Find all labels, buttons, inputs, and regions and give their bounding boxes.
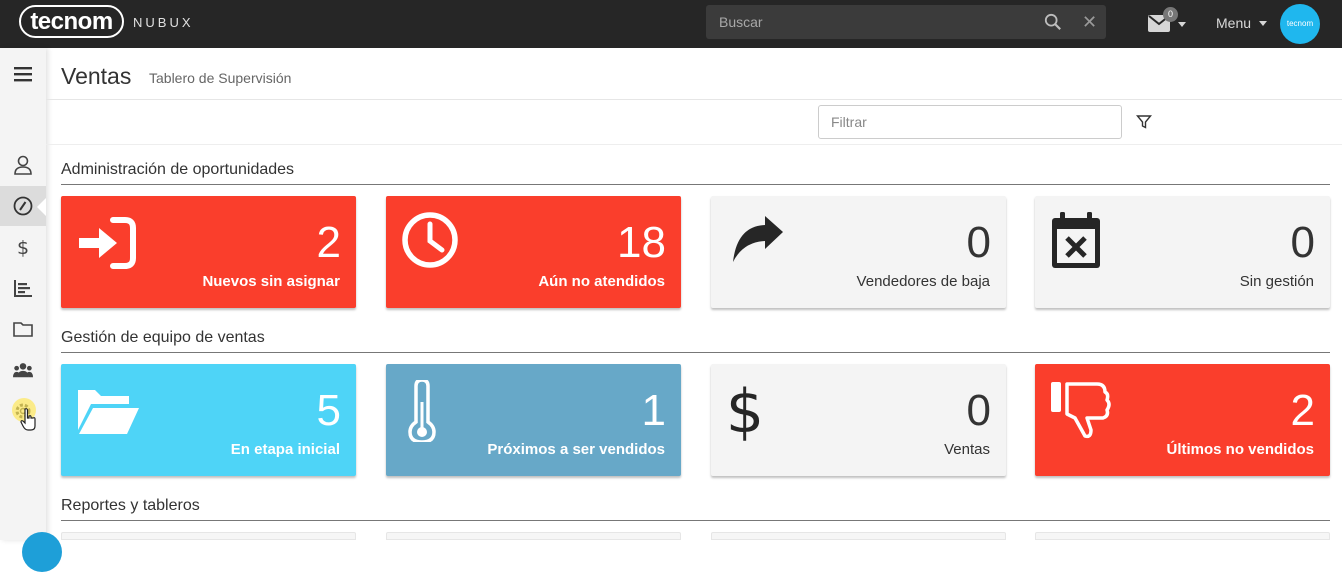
thumbs-down-icon: [1051, 382, 1111, 439]
page-title: Ventas: [61, 63, 132, 89]
chat-bubble-button[interactable]: [22, 532, 62, 572]
brand-logo[interactable]: tecnom: [19, 5, 124, 38]
filter-input[interactable]: [818, 105, 1122, 139]
section-divider: [61, 184, 1330, 185]
card-label: Aún no atendidos: [538, 273, 665, 290]
caret-down-icon: [1258, 21, 1267, 27]
card-value: 5: [316, 386, 341, 435]
share-arrow-icon: [733, 216, 783, 262]
card-label: Nuevos sin asignar: [202, 273, 340, 290]
card-aun-no-atendidos[interactable]: 18 Aún no atendidos: [386, 196, 681, 308]
main-menu-dropdown[interactable]: Menu: [1216, 15, 1267, 31]
report-card[interactable]: [386, 532, 681, 540]
message-count-badge: 0: [1163, 7, 1178, 22]
section-title: Reportes y tableros: [61, 497, 200, 514]
left-sidebar: $: [0, 48, 46, 540]
card-label: Sin gestión: [1239, 273, 1314, 290]
calendar-x-icon: [1052, 212, 1100, 268]
svg-text:$: $: [727, 380, 764, 442]
section-divider: [61, 352, 1330, 353]
sidebar-item-profile[interactable]: [0, 145, 46, 185]
card-value: 2: [1290, 386, 1315, 435]
card-vendedores-de-baja[interactable]: 0 Vendedores de baja: [711, 196, 1006, 308]
dollar-icon: $: [17, 237, 29, 257]
search-input[interactable]: [706, 5, 1026, 39]
thermometer-icon: [408, 380, 436, 442]
hamburger-icon: [14, 67, 32, 82]
card-label: Vendedores de baja: [856, 273, 990, 290]
bar-chart-icon: [14, 280, 32, 297]
top-navbar: tecnom NUBUX ✕ 0 Menu tecnom: [0, 0, 1342, 48]
card-value: 18: [617, 218, 666, 267]
filter-bar: [46, 100, 1342, 145]
sidebar-item-folders[interactable]: [0, 309, 46, 349]
dollar-icon: $: [727, 380, 764, 442]
card-ultimos-no-vendidos[interactable]: 2 Últimos no vendidos: [1035, 364, 1330, 476]
dashboard-icon: [13, 196, 33, 216]
filter-icon[interactable]: [1136, 114, 1152, 130]
page-subtitle: Tablero de Supervisión: [149, 70, 292, 86]
search-icon[interactable]: [1044, 13, 1062, 31]
menu-label: Menu: [1216, 15, 1252, 31]
card-label: Últimos no vendidos: [1166, 441, 1314, 458]
section-divider: [61, 520, 1330, 521]
user-icon: [14, 155, 32, 175]
report-card[interactable]: [61, 532, 356, 540]
card-value: 0: [1290, 218, 1315, 267]
card-value: 0: [966, 218, 991, 267]
card-proximos-a-ser-vendidos[interactable]: 1 Próximos a ser vendidos: [386, 364, 681, 476]
users-icon: [13, 363, 33, 378]
card-label: Próximos a ser vendidos: [487, 441, 665, 458]
card-nuevos-sin-asignar[interactable]: 2 Nuevos sin asignar: [61, 196, 356, 308]
active-item-pointer: [37, 198, 46, 216]
section-title: Gestión de equipo de ventas: [61, 329, 265, 346]
card-sin-gestion[interactable]: 0 Sin gestión: [1035, 196, 1330, 308]
folder-open-icon: [78, 390, 139, 434]
card-label: Ventas: [944, 441, 990, 458]
sign-in-icon: [79, 217, 136, 269]
report-card[interactable]: [1035, 532, 1330, 540]
hamburger-menu-button[interactable]: [0, 54, 46, 94]
sidebar-item-sales[interactable]: $: [0, 227, 46, 267]
clock-icon: [402, 212, 458, 268]
card-value: 1: [641, 386, 666, 435]
report-card[interactable]: [711, 532, 1006, 540]
section-title: Administración de oportunidades: [61, 161, 295, 178]
global-search: ✕: [706, 5, 1106, 39]
user-avatar[interactable]: tecnom: [1280, 4, 1320, 44]
caret-down-icon: [1178, 22, 1186, 27]
sidebar-item-team[interactable]: [0, 350, 46, 390]
product-name: NUBUX: [133, 15, 194, 30]
hand-cursor-icon: [20, 408, 36, 431]
clear-search-icon[interactable]: ✕: [1082, 12, 1097, 33]
card-label: En etapa inicial: [230, 441, 340, 458]
folder-icon: [13, 322, 33, 337]
sidebar-item-reports[interactable]: [0, 268, 46, 308]
card-value: 0: [966, 386, 991, 435]
card-value: 2: [316, 218, 341, 267]
card-ventas[interactable]: $ 0 Ventas: [711, 364, 1006, 476]
card-en-etapa-inicial[interactable]: 5 En etapa inicial: [61, 364, 356, 476]
messages-dropdown[interactable]: 0: [1148, 7, 1188, 35]
page-header: Ventas Tablero de Supervisión: [46, 48, 1342, 100]
svg-text:$: $: [17, 237, 29, 257]
